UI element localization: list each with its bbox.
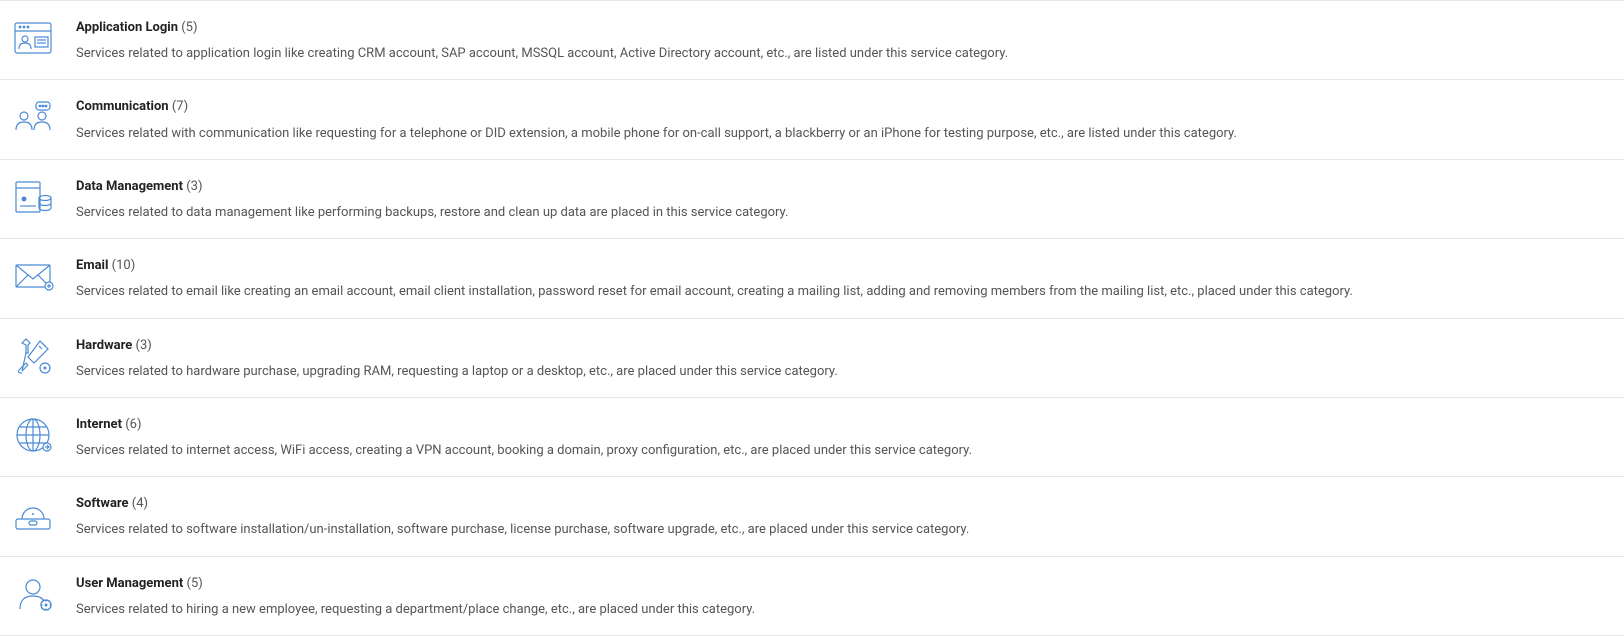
category-description: Services related to data management like…: [76, 204, 1612, 222]
category-count: (3): [186, 179, 202, 194]
category-title-row: Internet (6): [76, 416, 1612, 434]
category-text: Data Management (3) Services related to …: [54, 176, 1612, 222]
category-description: Services related to hardware purchase, u…: [76, 363, 1612, 381]
category-text: Hardware (3) Services related to hardwar…: [54, 335, 1612, 381]
category-title-row: Hardware (3): [76, 337, 1612, 355]
category-item-hardware[interactable]: Hardware (3) Services related to hardwar…: [0, 319, 1624, 398]
category-text: Communication (7) Services related with …: [54, 96, 1612, 142]
category-item-email[interactable]: Email (10) Services related to email lik…: [0, 239, 1624, 318]
category-count: (3): [136, 338, 152, 353]
email-icon: [12, 255, 54, 297]
category-count: (5): [181, 20, 197, 35]
category-text: Application Login (5) Services related t…: [54, 17, 1612, 63]
category-description: Services related to email like creating …: [76, 283, 1612, 301]
communication-icon: [12, 96, 54, 138]
category-item-application-login[interactable]: Application Login (5) Services related t…: [0, 0, 1624, 80]
category-description: Services related to hiring a new employe…: [76, 601, 1612, 619]
category-title-row: Data Management (3): [76, 178, 1612, 196]
software-icon: [12, 493, 54, 535]
category-description: Services related to software installatio…: [76, 521, 1612, 539]
user-icon: [12, 573, 54, 615]
category-title: Data Management: [76, 179, 183, 194]
internet-icon: [12, 414, 54, 456]
category-count: (5): [187, 576, 203, 591]
category-title-row: Software (4): [76, 495, 1612, 513]
category-title: Software: [76, 496, 129, 511]
category-title: User Management: [76, 576, 183, 591]
category-title-row: Communication (7): [76, 98, 1612, 116]
category-title: Email: [76, 258, 108, 273]
category-text: Software (4) Services related to softwar…: [54, 493, 1612, 539]
category-title: Hardware: [76, 338, 132, 353]
category-item-user-management[interactable]: User Management (5) Services related to …: [0, 557, 1624, 636]
hardware-icon: [12, 335, 54, 377]
category-title: Communication: [76, 99, 169, 114]
category-title-row: User Management (5): [76, 575, 1612, 593]
category-text: User Management (5) Services related to …: [54, 573, 1612, 619]
category-count: (10): [112, 258, 136, 273]
category-item-data-management[interactable]: Data Management (3) Services related to …: [0, 160, 1624, 239]
category-count: (7): [172, 99, 188, 114]
data-icon: [12, 176, 54, 218]
category-title-row: Email (10): [76, 257, 1612, 275]
category-description: Services related with communication like…: [76, 125, 1612, 143]
category-item-internet[interactable]: Internet (6) Services related to interne…: [0, 398, 1624, 477]
category-title: Internet: [76, 417, 122, 432]
login-icon: [12, 17, 54, 59]
category-text: Email (10) Services related to email lik…: [54, 255, 1612, 301]
category-item-communication[interactable]: Communication (7) Services related with …: [0, 80, 1624, 159]
category-description: Services related to internet access, WiF…: [76, 442, 1612, 460]
category-count: (6): [125, 417, 141, 432]
category-count: (4): [132, 496, 148, 511]
service-category-list: Application Login (5) Services related t…: [0, 0, 1624, 636]
category-title-row: Application Login (5): [76, 19, 1612, 37]
category-item-software[interactable]: Software (4) Services related to softwar…: [0, 477, 1624, 556]
category-text: Internet (6) Services related to interne…: [54, 414, 1612, 460]
category-title: Application Login: [76, 20, 178, 35]
category-description: Services related to application login li…: [76, 45, 1612, 63]
